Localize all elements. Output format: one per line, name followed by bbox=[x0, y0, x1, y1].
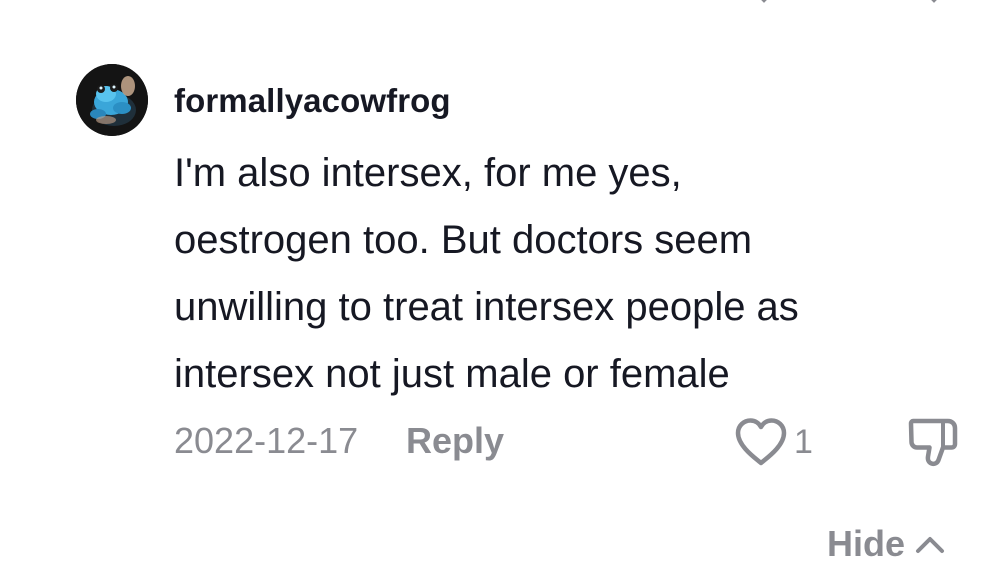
comment-date: 2022-12-17 bbox=[174, 420, 359, 461]
blue-frog-figure-avatar-icon bbox=[76, 64, 148, 136]
comment-text-line: oestrogen too. But doctors seem bbox=[174, 218, 753, 262]
reply-button[interactable]: Reply bbox=[406, 420, 504, 462]
thumbs-down-icon bbox=[908, 418, 958, 467]
dislike-button[interactable] bbox=[906, 416, 962, 468]
comment-text-line: I'm also intersex, for me yes, bbox=[174, 151, 682, 195]
previous-comment-icons-fragment bbox=[761, 0, 937, 3]
like-button[interactable]: 1 bbox=[734, 416, 813, 468]
heart-outline-icon bbox=[735, 418, 787, 466]
hide-replies-button[interactable]: Hide bbox=[827, 522, 945, 566]
hide-label: Hide bbox=[827, 523, 906, 564]
chevron-up-icon bbox=[916, 537, 945, 553]
comment-username[interactable]: formallyacowfrog bbox=[174, 82, 451, 120]
comment-text-line: intersex not just male or female bbox=[174, 352, 730, 396]
like-count: 1 bbox=[794, 422, 813, 461]
comment-text-line: unwilling to treat intersex people as bbox=[174, 285, 799, 329]
comment-text: I'm also intersex, for me yes, oestrogen… bbox=[174, 140, 964, 408]
avatar[interactable] bbox=[76, 64, 148, 136]
